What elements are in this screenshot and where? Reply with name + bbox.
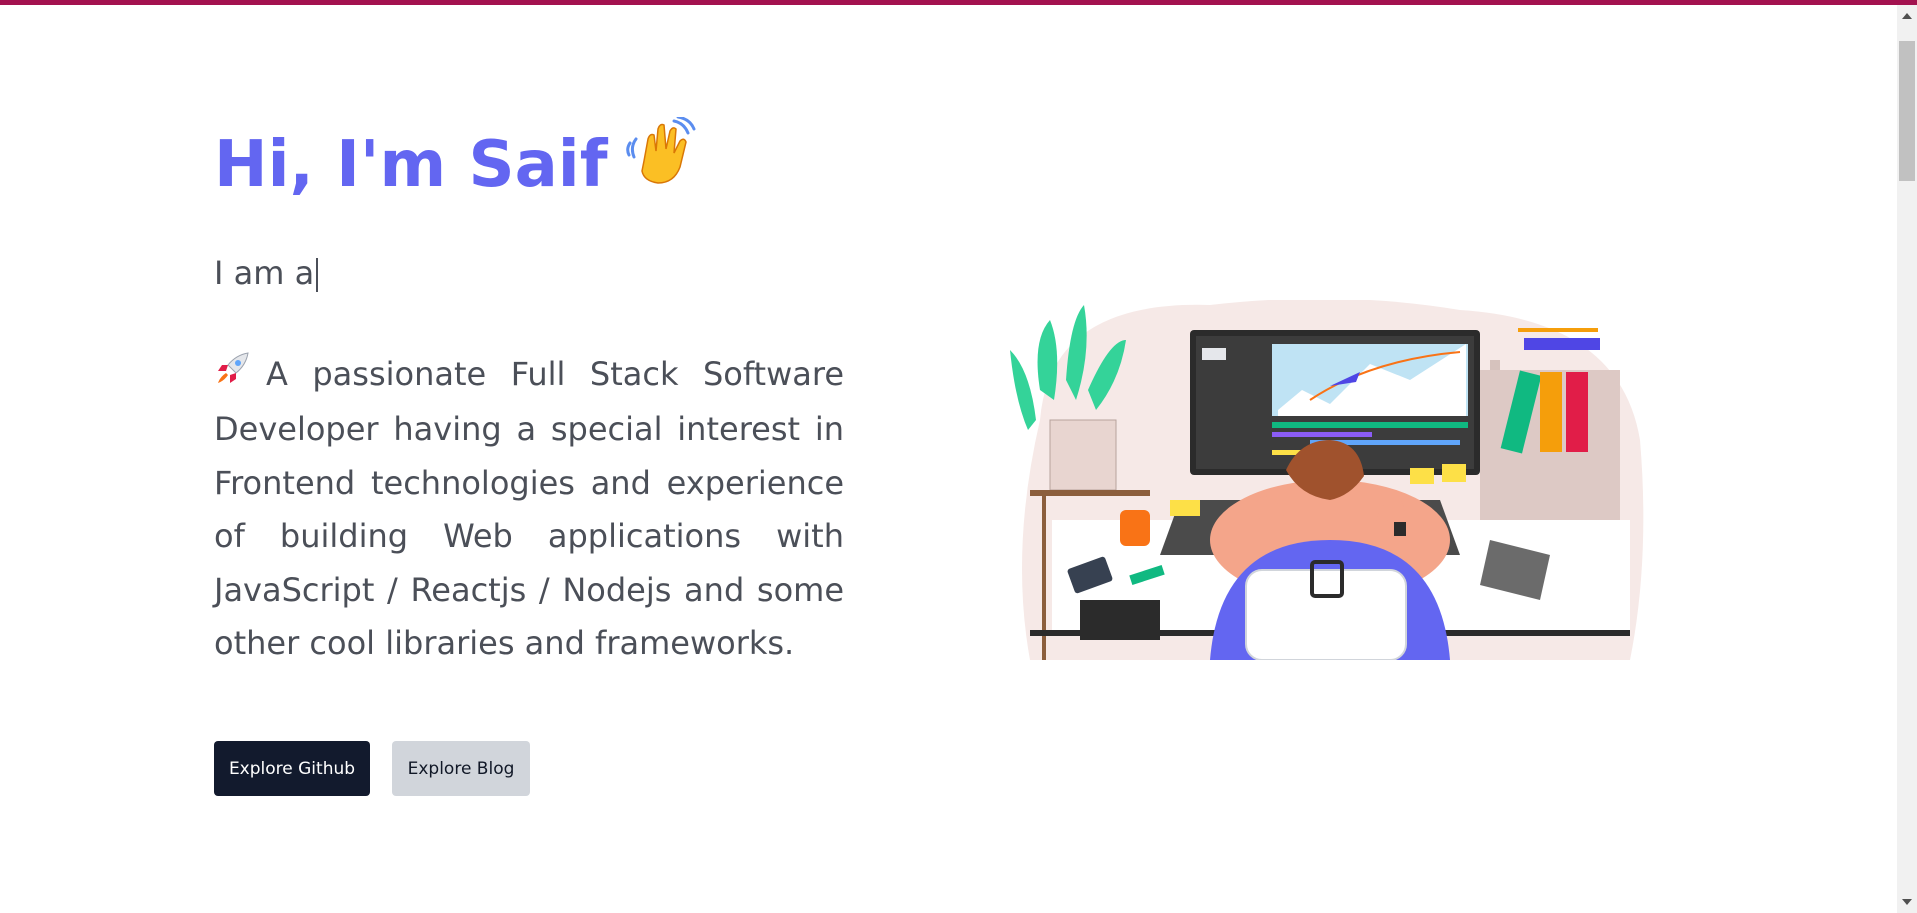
hero-heading: Hi, I'm Saif [214,110,844,220]
explore-blog-button[interactable]: Explore Blog [392,741,530,796]
scroll-up-arrow-icon[interactable] [1902,13,1912,19]
typing-line: I am a [214,248,844,298]
top-accent-bar [0,0,1917,5]
intro-paragraph: A passionate Full Stack Software Develop… [214,348,844,671]
hero-actions: Explore Github Explore Blog [214,741,530,796]
hero-section: Hi, I'm Saif I am a A passionate Full St… [214,110,844,703]
page-scrollbar[interactable] [1897,5,1917,913]
waving-hand-icon [625,113,696,223]
developer-illustration [1010,298,1650,661]
typing-cursor [316,258,319,292]
greeting-text: Hi, I'm Saif [214,128,608,202]
intro-text: A passionate Full Stack Software Develop… [214,355,844,663]
scrollbar-thumb[interactable] [1899,41,1915,181]
typing-text: I am a [214,254,315,292]
scroll-down-arrow-icon[interactable] [1902,899,1912,905]
developer-desk-image [1010,298,1644,661]
rocket-icon [214,349,252,404]
explore-github-button[interactable]: Explore Github [214,741,370,796]
